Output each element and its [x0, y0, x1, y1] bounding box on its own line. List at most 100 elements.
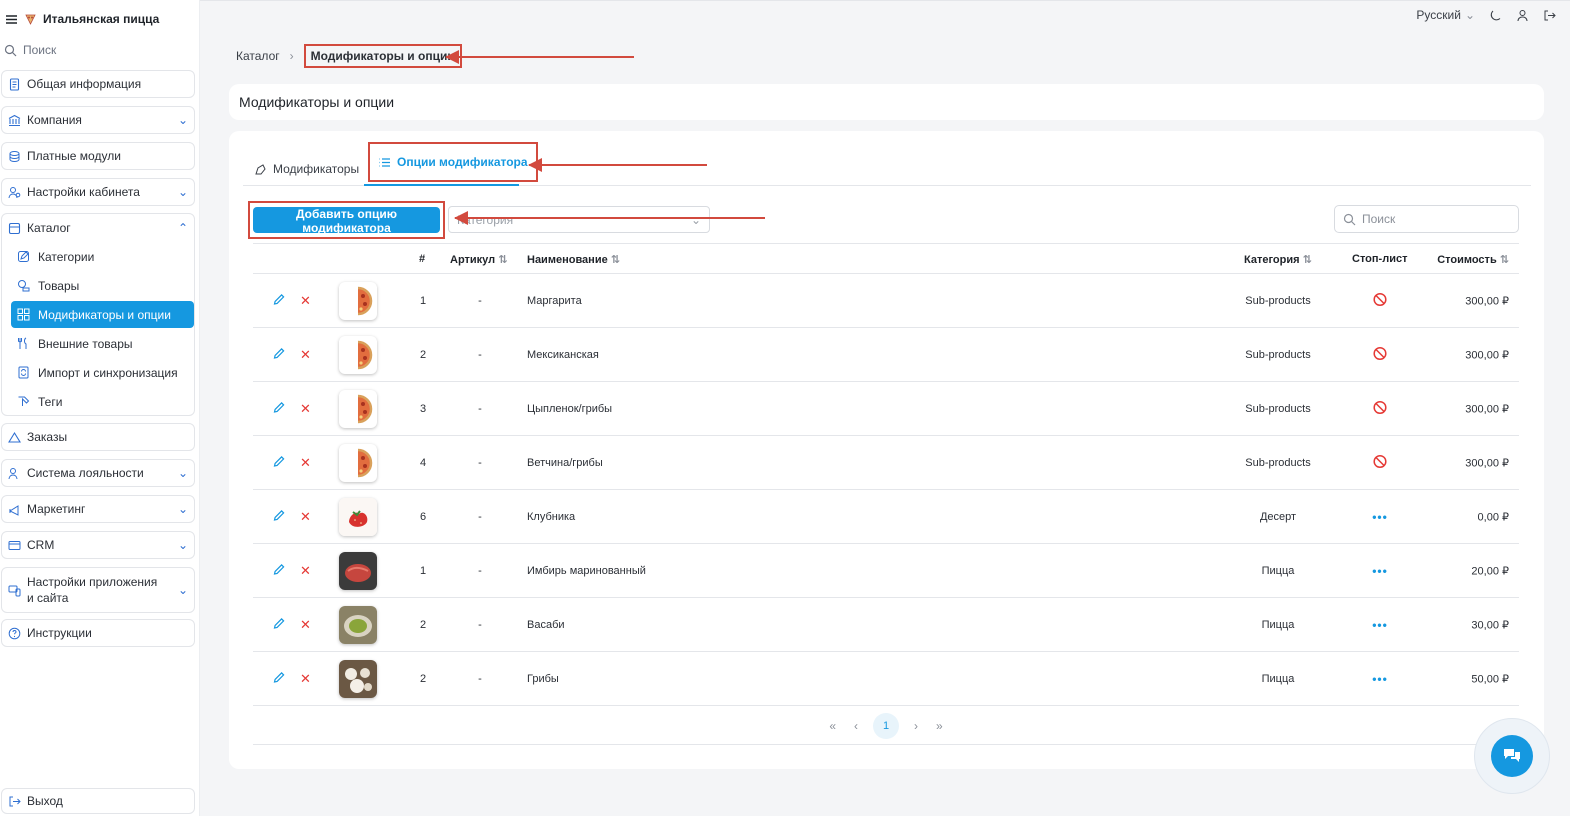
pagination-current-page[interactable]: 1: [873, 713, 899, 739]
loyalty-icon: [8, 467, 21, 480]
sidebar-subitem-tags[interactable]: Теги: [11, 388, 194, 415]
table-search-input[interactable]: Поиск: [1334, 205, 1519, 233]
modifier-icon: [254, 163, 267, 176]
delete-icon[interactable]: ✕: [300, 563, 311, 579]
sidebar-subitem-import-sync[interactable]: Импорт и синхронизация: [11, 359, 194, 386]
header-name[interactable]: Наименование ⇅: [527, 253, 620, 266]
pagination-last[interactable]: »: [933, 719, 946, 733]
cell-name: Цыпленок/грибы: [527, 402, 613, 415]
sidebar-item-app-settings[interactable]: Настройки приложения и сайта ⌄: [1, 567, 195, 613]
sidebar-subitem-label: Теги: [38, 394, 63, 409]
sidebar-subitem-products[interactable]: Товары: [11, 272, 194, 299]
product-thumbnail: [339, 443, 377, 482]
hamburger-menu-icon[interactable]: [5, 13, 18, 26]
delete-icon[interactable]: ✕: [300, 509, 311, 525]
cell-article: -: [478, 402, 482, 415]
sidebar-item-general[interactable]: Общая информация: [1, 70, 195, 98]
cell-price: 0,00 ₽: [1477, 511, 1509, 523]
sidebar-item-company[interactable]: Компания ⌄: [1, 106, 195, 134]
sync-icon: [17, 366, 30, 379]
delete-icon[interactable]: ✕: [300, 347, 311, 363]
chevron-down-icon: ⌄: [177, 185, 188, 199]
header-article[interactable]: Артикул ⇅: [450, 253, 507, 266]
cell-category: Sub-products: [1245, 294, 1311, 307]
category-select[interactable]: Категория ⌄: [448, 206, 710, 233]
top-border: [0, 0, 1570, 4]
delete-icon[interactable]: ✕: [300, 617, 311, 633]
exit-icon[interactable]: [1543, 9, 1556, 22]
table-body: ✕ 1 - Маргарита Sub-products 300,00 ₽ ✕ …: [253, 274, 1519, 706]
header-stop-list: Стоп-лист: [1352, 253, 1408, 265]
orders-icon: [8, 431, 21, 444]
header-price[interactable]: Стоимость ⇅: [1437, 253, 1509, 266]
logout-button[interactable]: Выход: [1, 788, 195, 814]
edit-icon[interactable]: [273, 563, 285, 578]
more-options-icon[interactable]: •••: [1372, 618, 1388, 632]
logout-icon: [8, 795, 21, 808]
edit-icon[interactable]: [273, 617, 285, 632]
breadcrumb-catalog[interactable]: Каталог: [236, 49, 280, 63]
sidebar-subitem-label: Товары: [38, 278, 80, 293]
sidebar-item-label: Система лояльности: [27, 466, 144, 480]
catalog-icon: [8, 222, 21, 235]
sidebar-subitem-modifiers[interactable]: Модификаторы и опции: [11, 301, 194, 328]
edit-icon[interactable]: [273, 671, 285, 686]
stop-list-icon[interactable]: [1372, 454, 1388, 471]
chevron-down-icon: ⌄: [690, 212, 701, 227]
sidebar-item-crm[interactable]: CRM ⌄: [1, 531, 195, 559]
tab-modifier-options[interactable]: Опции модификатора: [368, 142, 538, 182]
sidebar-subitem-external-products[interactable]: Внешние товары: [11, 330, 194, 357]
delete-icon[interactable]: ✕: [300, 455, 311, 471]
pagination-next[interactable]: ›: [911, 719, 921, 733]
pagination-first[interactable]: «: [826, 719, 839, 733]
edit-icon[interactable]: [273, 347, 285, 362]
edit-icon[interactable]: [273, 293, 285, 308]
delete-icon[interactable]: ✕: [300, 401, 311, 417]
page-title-bar: Модификаторы и опции: [229, 84, 1544, 120]
more-options-icon[interactable]: •••: [1372, 510, 1388, 524]
table-row: ✕ 1 - Маргарита Sub-products 300,00 ₽: [253, 274, 1519, 328]
sidebar-search[interactable]: Поиск: [4, 40, 196, 60]
edit-icon[interactable]: [273, 509, 285, 524]
sidebar-item-instructions[interactable]: Инструкции: [1, 619, 195, 647]
stop-list-icon[interactable]: [1372, 400, 1388, 417]
delete-icon[interactable]: ✕: [300, 293, 311, 309]
chevron-down-icon: ⌄: [177, 538, 188, 552]
sidebar-search-placeholder: Поиск: [23, 43, 57, 57]
tab-label: Модификаторы: [273, 162, 360, 176]
cell-category: Sub-products: [1245, 456, 1311, 469]
cell-num: 2: [419, 672, 427, 685]
sidebar-item-marketing[interactable]: Маркетинг ⌄: [1, 495, 195, 523]
sidebar-item-catalog[interactable]: Каталог ⌃: [2, 214, 194, 242]
delete-icon[interactable]: ✕: [300, 671, 311, 687]
user-icon[interactable]: [1516, 9, 1529, 22]
edit-icon[interactable]: [273, 455, 285, 470]
sidebar-item-loyalty[interactable]: Система лояльности ⌄: [1, 459, 195, 487]
chevron-down-icon: ⌄: [177, 502, 188, 516]
sidebar-subitem-categories[interactable]: Категории: [11, 243, 194, 270]
sidebar-item-label: Заказы: [27, 430, 68, 444]
cell-price: 300,00 ₽: [1465, 349, 1509, 361]
table-row: ✕ 2 - Мексиканская Sub-products 300,00 ₽: [253, 328, 1519, 382]
stop-list-icon[interactable]: [1372, 346, 1388, 363]
sidebar-item-orders[interactable]: Заказы: [1, 423, 195, 451]
header-price-label: Стоимость: [1437, 254, 1497, 266]
sidebar-item-paid-modules[interactable]: Платные модули: [1, 142, 195, 170]
breadcrumb: Каталог › Модификаторы и опции: [236, 44, 462, 68]
more-options-icon[interactable]: •••: [1372, 672, 1388, 686]
moon-icon[interactable]: [1489, 9, 1502, 22]
more-options-icon[interactable]: •••: [1372, 564, 1388, 578]
chat-button[interactable]: [1474, 718, 1550, 794]
header-category[interactable]: Категория ⇅: [1244, 253, 1312, 266]
sort-icon: ⇅: [1302, 254, 1312, 266]
cell-num: 3: [419, 402, 427, 415]
edit-icon[interactable]: [273, 401, 285, 416]
stop-list-icon[interactable]: [1372, 292, 1388, 309]
cell-price: 50,00 ₽: [1471, 673, 1509, 685]
language-selector[interactable]: Русский ⌄: [1416, 8, 1475, 22]
sidebar-item-cabinet-settings[interactable]: Настройки кабинета ⌄: [1, 178, 195, 206]
pagination-prev[interactable]: ‹: [851, 719, 861, 733]
tab-modifiers[interactable]: Модификаторы: [254, 151, 359, 187]
settings-icon: [8, 186, 21, 199]
add-modifier-option-button[interactable]: Добавить опцию модификатора: [253, 207, 440, 235]
